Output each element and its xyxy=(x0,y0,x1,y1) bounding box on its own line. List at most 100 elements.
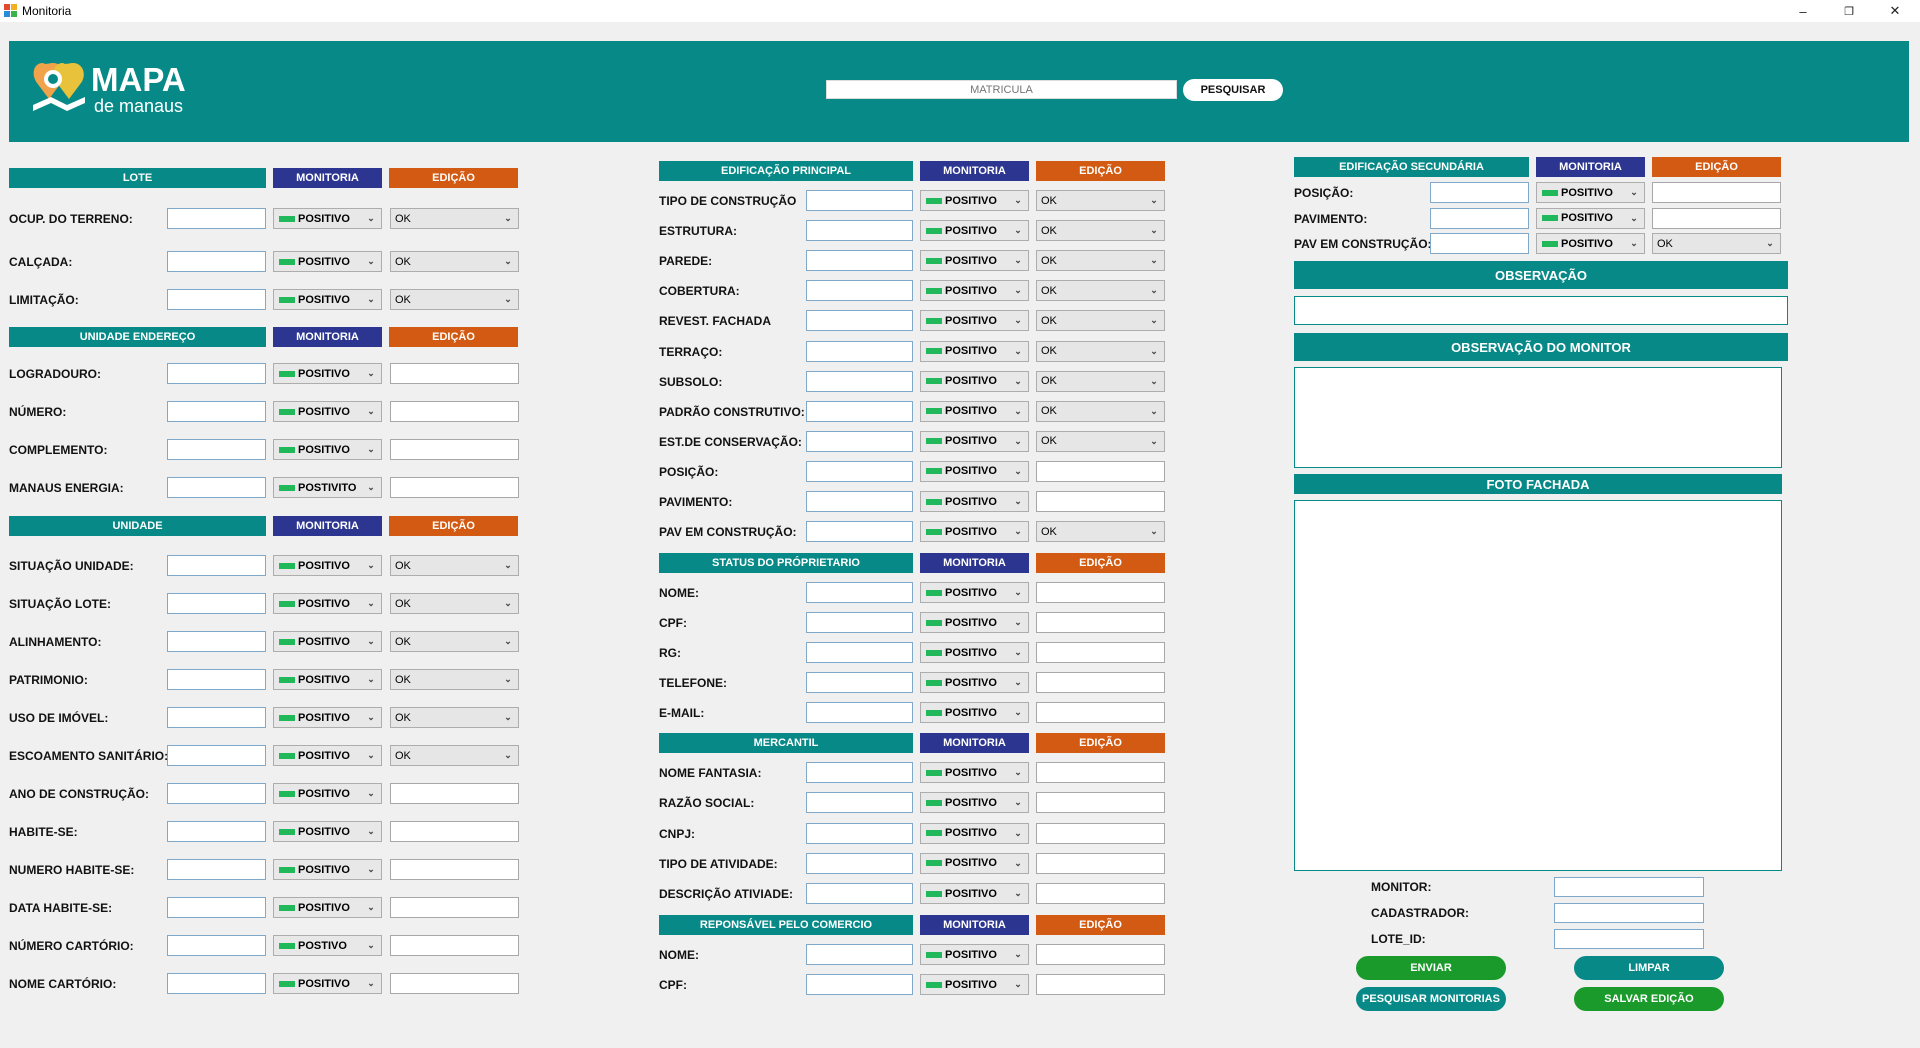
edificacao-principal-6-edicao-select[interactable]: OK ⌄ xyxy=(1036,370,1165,392)
edificacao-principal-3-edicao-select[interactable]: OK ⌄ xyxy=(1036,280,1165,302)
unidade-7-monitoria-select[interactable]: POSITIVO ⌄ xyxy=(273,821,382,842)
unidade-6-value-field[interactable] xyxy=(167,783,266,804)
mercantil-1-edicao-field[interactable] xyxy=(1036,792,1165,814)
status-proprietario-0-monitoria-select[interactable]: POSITIVO ⌄ xyxy=(920,582,1029,603)
salvar-edicao-button[interactable]: SALVAR EDIÇÃO xyxy=(1574,987,1724,1011)
unidade-11-value-field[interactable] xyxy=(167,973,266,994)
mercantil-0-value-field[interactable] xyxy=(806,762,913,783)
status-proprietario-2-edicao-field[interactable] xyxy=(1036,642,1165,663)
lote-1-value-field[interactable] xyxy=(167,251,266,272)
edificacao-secundaria-1-monitoria-select[interactable]: POSITIVO ⌄ xyxy=(1536,207,1645,229)
edificacao-secundaria-2-value-field[interactable] xyxy=(1430,233,1529,254)
mercantil-3-edicao-field[interactable] xyxy=(1036,852,1165,874)
status-proprietario-0-value-field[interactable] xyxy=(806,582,913,603)
edificacao-principal-9-value-field[interactable] xyxy=(806,460,913,482)
edificacao-secundaria-1-edicao-field[interactable] xyxy=(1652,207,1781,229)
lote-1-monitoria-select[interactable]: POSITIVO ⌄ xyxy=(273,251,382,272)
unidade-0-edicao-select[interactable]: OK ⌄ xyxy=(390,555,519,576)
minimize-button[interactable]: – xyxy=(1780,0,1826,22)
edificacao-principal-4-edicao-select[interactable]: OK ⌄ xyxy=(1036,310,1165,332)
edificacao-principal-1-edicao-select[interactable]: OK ⌄ xyxy=(1036,220,1165,242)
unidade-9-value-field[interactable] xyxy=(167,897,266,918)
monitor-field[interactable] xyxy=(1554,877,1704,897)
matricula-search-input[interactable] xyxy=(826,80,1177,99)
status-proprietario-1-monitoria-select[interactable]: POSITIVO ⌄ xyxy=(920,612,1029,633)
edificacao-principal-10-value-field[interactable] xyxy=(806,491,913,512)
status-proprietario-3-monitoria-select[interactable]: POSITIVO ⌄ xyxy=(920,672,1029,693)
unidade-4-edicao-select[interactable]: OK ⌄ xyxy=(390,707,519,728)
unidade-endereco-1-edicao-field[interactable] xyxy=(390,401,519,422)
status-proprietario-2-monitoria-select[interactable]: POSITIVO ⌄ xyxy=(920,642,1029,663)
unidade-3-value-field[interactable] xyxy=(167,669,266,690)
unidade-11-monitoria-select[interactable]: POSITIVO ⌄ xyxy=(273,973,382,994)
edificacao-principal-0-edicao-select[interactable]: OK ⌄ xyxy=(1036,190,1165,211)
unidade-5-edicao-select[interactable]: OK ⌄ xyxy=(390,745,519,766)
mercantil-3-monitoria-select[interactable]: POSITIVO ⌄ xyxy=(920,852,1029,874)
responsavel-1-monitoria-select[interactable]: POSITIVO ⌄ xyxy=(920,974,1029,995)
lote-0-value-field[interactable] xyxy=(167,208,266,229)
unidade-9-monitoria-select[interactable]: POSITIVO ⌄ xyxy=(273,897,382,918)
edificacao-principal-0-value-field[interactable] xyxy=(806,190,913,211)
unidade-7-value-field[interactable] xyxy=(167,821,266,842)
status-proprietario-1-value-field[interactable] xyxy=(806,612,913,633)
edificacao-principal-9-monitoria-select[interactable]: POSITIVO ⌄ xyxy=(920,460,1029,482)
edificacao-secundaria-0-value-field[interactable] xyxy=(1430,182,1529,203)
unidade-9-edicao-field[interactable] xyxy=(390,897,519,918)
limpar-button[interactable]: LIMPAR xyxy=(1574,956,1724,980)
unidade-endereco-0-monitoria-select[interactable]: POSITIVO ⌄ xyxy=(273,363,382,384)
status-proprietario-4-value-field[interactable] xyxy=(806,702,913,723)
unidade-4-value-field[interactable] xyxy=(167,707,266,728)
edificacao-principal-3-monitoria-select[interactable]: POSITIVO ⌄ xyxy=(920,280,1029,302)
unidade-5-value-field[interactable] xyxy=(167,745,266,766)
edificacao-principal-1-monitoria-select[interactable]: POSITIVO ⌄ xyxy=(920,220,1029,242)
edificacao-principal-5-monitoria-select[interactable]: POSITIVO ⌄ xyxy=(920,340,1029,362)
lote-0-monitoria-select[interactable]: POSITIVO ⌄ xyxy=(273,208,382,229)
mercantil-1-value-field[interactable] xyxy=(806,792,913,814)
edificacao-secundaria-0-monitoria-select[interactable]: POSITIVO ⌄ xyxy=(1536,182,1645,203)
edificacao-principal-2-monitoria-select[interactable]: POSITIVO ⌄ xyxy=(920,250,1029,272)
unidade-2-value-field[interactable] xyxy=(167,631,266,652)
status-proprietario-3-value-field[interactable] xyxy=(806,672,913,693)
unidade-endereco-3-value-field[interactable] xyxy=(167,477,266,498)
edificacao-principal-11-edicao-select[interactable]: OK ⌄ xyxy=(1036,521,1165,543)
unidade-8-edicao-field[interactable] xyxy=(390,859,519,880)
lote-2-monitoria-select[interactable]: POSITIVO ⌄ xyxy=(273,289,382,310)
lote-id-field[interactable] xyxy=(1554,929,1704,949)
responsavel-1-edicao-field[interactable] xyxy=(1036,974,1165,995)
enviar-button[interactable]: ENVIAR xyxy=(1356,956,1506,980)
edificacao-principal-8-value-field[interactable] xyxy=(806,430,913,452)
pesquisar-monitorias-button[interactable]: PESQUISAR MONITORIAS xyxy=(1356,987,1506,1011)
lote-1-edicao-select[interactable]: OK ⌄ xyxy=(390,251,519,272)
status-proprietario-4-edicao-field[interactable] xyxy=(1036,702,1165,723)
unidade-2-edicao-select[interactable]: OK ⌄ xyxy=(390,631,519,652)
edificacao-principal-11-monitoria-select[interactable]: POSITIVO ⌄ xyxy=(920,521,1029,543)
unidade-10-edicao-field[interactable] xyxy=(390,935,519,956)
mercantil-4-value-field[interactable] xyxy=(806,883,913,905)
lote-0-edicao-select[interactable]: OK ⌄ xyxy=(390,208,519,229)
unidade-0-value-field[interactable] xyxy=(167,555,266,576)
status-proprietario-2-value-field[interactable] xyxy=(806,642,913,663)
edificacao-secundaria-1-value-field[interactable] xyxy=(1430,207,1529,229)
mercantil-2-monitoria-select[interactable]: POSITIVO ⌄ xyxy=(920,822,1029,844)
edificacao-principal-5-edicao-select[interactable]: OK ⌄ xyxy=(1036,340,1165,362)
responsavel-1-value-field[interactable] xyxy=(806,974,913,995)
status-proprietario-0-edicao-field[interactable] xyxy=(1036,582,1165,603)
responsavel-0-monitoria-select[interactable]: POSITIVO ⌄ xyxy=(920,944,1029,965)
unidade-endereco-0-value-field[interactable] xyxy=(167,363,266,384)
edificacao-principal-4-value-field[interactable] xyxy=(806,310,913,332)
edificacao-principal-6-monitoria-select[interactable]: POSITIVO ⌄ xyxy=(920,370,1029,392)
lote-2-edicao-select[interactable]: OK ⌄ xyxy=(390,289,519,310)
mercantil-3-value-field[interactable] xyxy=(806,852,913,874)
edificacao-principal-4-monitoria-select[interactable]: POSITIVO ⌄ xyxy=(920,310,1029,332)
unidade-8-monitoria-select[interactable]: POSITIVO ⌄ xyxy=(273,859,382,880)
mercantil-4-edicao-field[interactable] xyxy=(1036,883,1165,905)
unidade-endereco-1-value-field[interactable] xyxy=(167,401,266,422)
edificacao-principal-8-monitoria-select[interactable]: POSITIVO ⌄ xyxy=(920,430,1029,452)
edificacao-principal-10-monitoria-select[interactable]: POSITIVO ⌄ xyxy=(920,491,1029,512)
unidade-1-edicao-select[interactable]: OK ⌄ xyxy=(390,593,519,614)
close-button[interactable]: ✕ xyxy=(1872,0,1918,22)
edificacao-principal-2-edicao-select[interactable]: OK ⌄ xyxy=(1036,250,1165,272)
edificacao-principal-2-value-field[interactable] xyxy=(806,250,913,272)
mercantil-0-monitoria-select[interactable]: POSITIVO ⌄ xyxy=(920,762,1029,783)
unidade-10-value-field[interactable] xyxy=(167,935,266,956)
